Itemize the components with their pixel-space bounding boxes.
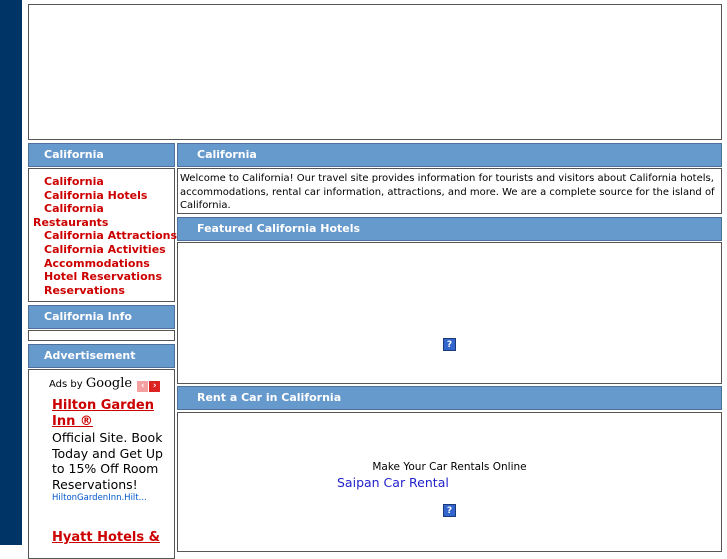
plugin-placeholder-icon[interactable]: ? bbox=[443, 504, 456, 517]
nav-box: California California Hotels California … bbox=[28, 168, 177, 302]
info-header-label: California Info bbox=[44, 310, 132, 323]
arrow-right-icon[interactable]: › bbox=[149, 381, 161, 392]
car-header-label: Rent a Car in California bbox=[197, 391, 342, 404]
car-header: Rent a Car in California bbox=[177, 386, 722, 410]
welcome-text: Welcome to California! Our travel site p… bbox=[180, 173, 715, 211]
welcome-text-box: Welcome to California! Our travel site p… bbox=[177, 168, 722, 214]
nav-link-california-restaurants[interactable]: California Restaurants bbox=[29, 202, 153, 229]
main-header: California bbox=[177, 143, 722, 167]
nav-link-reservations[interactable]: Reservations bbox=[29, 284, 174, 298]
nav-header: California bbox=[28, 143, 175, 167]
ads-by-google[interactable]: Ads by Google ‹ › bbox=[49, 376, 161, 392]
nav-link-california-activities[interactable]: California Activities bbox=[29, 243, 174, 257]
banner bbox=[28, 4, 722, 140]
ad-title[interactable]: Hilton Garden Inn ® bbox=[52, 398, 170, 430]
ad-box: Ads by Google ‹ › Hilton Garden Inn ® Off… bbox=[28, 369, 175, 559]
nav-link-california-attractions[interactable]: California Attractions bbox=[29, 229, 177, 243]
nav-header-label: California bbox=[44, 148, 104, 161]
nav-link-california-hotels[interactable]: California Hotels bbox=[29, 189, 174, 203]
arrow-left-icon[interactable]: ‹ bbox=[137, 381, 149, 392]
hotels-header: Featured California Hotels bbox=[177, 217, 722, 241]
featured-hotels-box: ? bbox=[177, 242, 722, 384]
car-rental-text: Make Your Car Rentals Online bbox=[372, 461, 527, 473]
ad-item[interactable]: Hilton Garden Inn ® Official Site. Book … bbox=[52, 398, 170, 504]
info-header: California Info bbox=[28, 305, 175, 329]
hotels-header-label: Featured California Hotels bbox=[197, 222, 361, 235]
car-rental-link[interactable]: Saipan Car Rental bbox=[337, 475, 449, 490]
ad-url[interactable]: HiltonGardenInn.Hilt... bbox=[52, 492, 170, 504]
ad-header: Advertisement bbox=[28, 344, 175, 368]
plugin-placeholder-icon[interactable]: ? bbox=[443, 338, 456, 351]
nav-link-hotel-reservations[interactable]: Hotel Reservations bbox=[29, 270, 174, 284]
ad-title[interactable]: Hyatt Hotels & bbox=[52, 530, 170, 546]
ad-item[interactable]: Hyatt Hotels & bbox=[52, 530, 170, 546]
car-rental-box: Make Your Car Rentals Online Saipan Car … bbox=[177, 412, 722, 552]
main-header-label: California bbox=[197, 148, 257, 161]
info-box bbox=[28, 330, 175, 341]
nav-link-accommodations[interactable]: Accommodations bbox=[29, 257, 174, 271]
ad-text: Official Site. Book Today and Get Up to … bbox=[52, 430, 163, 492]
ads-by-label: Ads by bbox=[49, 379, 83, 390]
nav-link-california[interactable]: California bbox=[29, 175, 174, 189]
ad-header-label: Advertisement bbox=[44, 349, 136, 362]
google-logo: Google bbox=[85, 376, 133, 391]
left-edge-bar bbox=[0, 0, 22, 545]
